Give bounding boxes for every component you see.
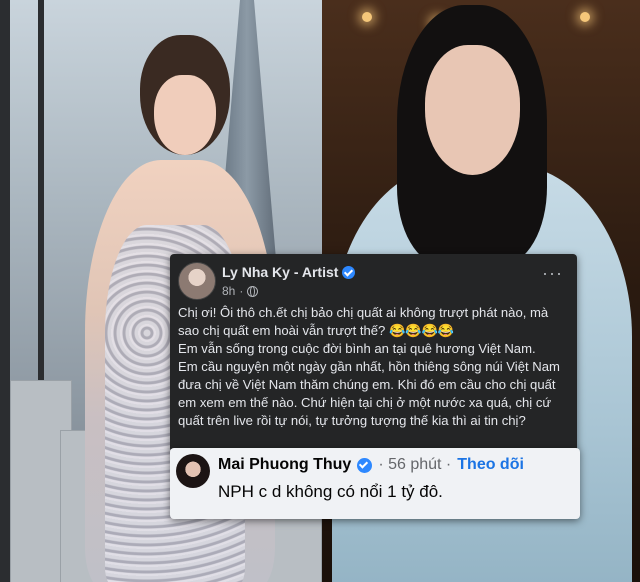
comment-author[interactable]: Mai Phuong Thuy: [218, 456, 351, 474]
comment-time: · 56 phút ·: [378, 456, 452, 473]
post-author-name[interactable]: Ly Nha Ky - Artist: [222, 264, 338, 280]
comment-avatar[interactable]: [176, 454, 210, 488]
globe-icon: [247, 285, 259, 297]
verified-badge-icon: [342, 265, 356, 279]
comment-card: Mai Phuong Thuy · 56 phút · Theo dõi NPH…: [170, 448, 580, 519]
ceiling-light: [362, 12, 372, 22]
verified-badge-icon: [357, 457, 373, 473]
face: [154, 75, 216, 155]
post-body: Chị ơi! Ôi thô ch.ết chị bảo chị quất ai…: [178, 304, 572, 430]
more-options-icon[interactable]: ···: [542, 264, 563, 282]
follow-button[interactable]: Theo dõi: [457, 456, 524, 474]
ceiling-light: [580, 12, 590, 22]
window-frame: [0, 0, 10, 582]
post-time[interactable]: 8h: [222, 284, 235, 298]
post-avatar[interactable]: [178, 262, 216, 300]
comment-header: Mai Phuong Thuy · 56 phút · Theo dõi: [218, 456, 524, 474]
comment-text: NPH c d không có nổi 1 tỷ đô.: [218, 482, 443, 501]
face: [425, 45, 520, 175]
post-author[interactable]: Ly Nha Ky - Artist: [222, 264, 356, 280]
post-paragraph: Em cầu nguyện một ngày gần nhất, hồn thi…: [178, 359, 560, 428]
post-paragraph: Em vẫn sống trong cuộc đời bình an tại q…: [178, 341, 536, 356]
post-paragraph: Chị ơi! Ôi thô ch.ết chị bảo chị quất ai…: [178, 305, 549, 338]
post-meta: 8h ·: [222, 284, 259, 298]
facebook-post: Ly Nha Ky - Artist 8h · ··· Chị ơi! Ôi t…: [170, 254, 577, 452]
